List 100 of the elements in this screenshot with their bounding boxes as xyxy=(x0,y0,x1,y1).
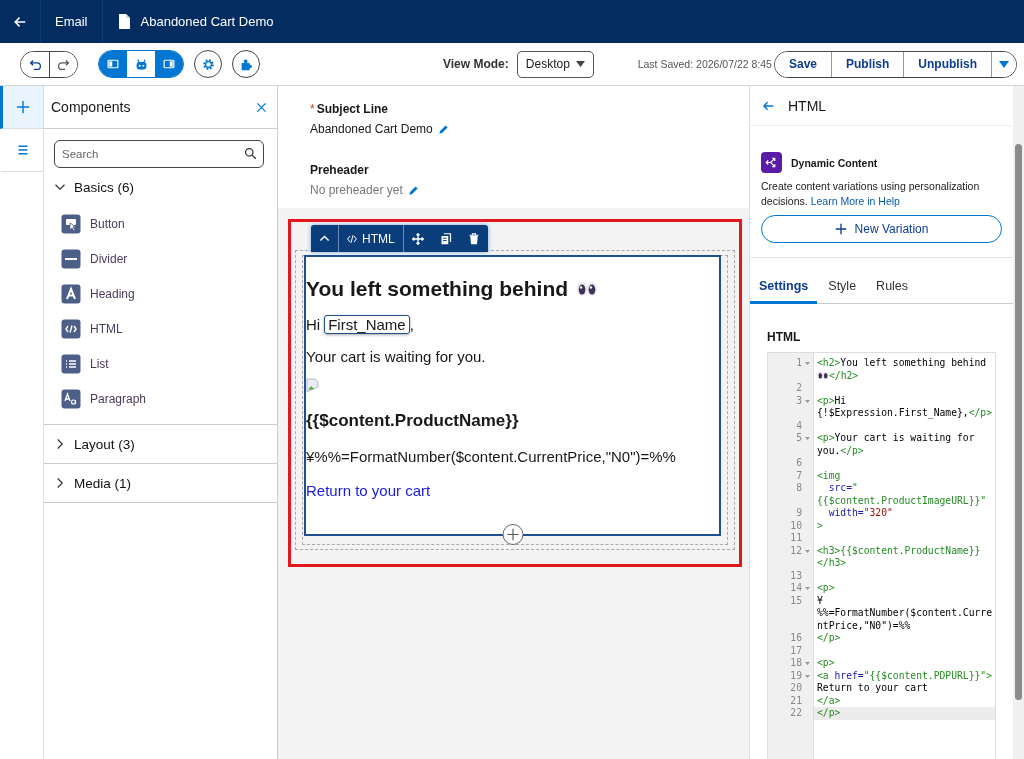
code-editor[interactable] xyxy=(767,352,996,759)
scrollbar-thumb[interactable] xyxy=(1015,144,1022,700)
line-number: 22 xyxy=(790,707,802,720)
close-icon xyxy=(256,101,267,113)
more-actions-button[interactable] xyxy=(991,51,1016,77)
tab[interactable]: Settings xyxy=(750,271,818,304)
greeting-text: Hi xyxy=(306,316,321,333)
group-header[interactable]: Basics (6) xyxy=(44,168,277,206)
plus-icon xyxy=(834,223,847,235)
plus-icon xyxy=(506,528,519,541)
body-text: Your cart is waiting for you. xyxy=(306,348,487,365)
copy-icon xyxy=(439,232,452,245)
email-heading: You left something behind xyxy=(306,277,569,301)
line-number: 19 xyxy=(790,669,802,682)
list-icon xyxy=(17,144,29,156)
component-item[interactable]: Heading xyxy=(61,276,277,311)
plus-icon xyxy=(16,100,30,114)
add-block-button[interactable] xyxy=(502,524,523,545)
view-mode-label: View Mode: xyxy=(443,57,509,71)
robot-icon xyxy=(134,57,148,71)
rail-tab[interactable] xyxy=(0,86,43,129)
section-title: Dynamic Content xyxy=(791,156,878,169)
redo-icon xyxy=(57,57,70,71)
panel-title: HTML xyxy=(788,97,827,114)
code-line: width="320" xyxy=(827,507,894,520)
caret-icon xyxy=(575,61,585,67)
panel-right-icon xyxy=(163,58,175,70)
redo-button[interactable] xyxy=(49,51,77,77)
code-line: </a> xyxy=(816,694,842,707)
code-line: <p> xyxy=(816,657,836,670)
broken-image-icon xyxy=(306,378,319,393)
line-number: 17 xyxy=(790,644,802,657)
line-number: 1 xyxy=(796,357,802,370)
line-number: 9 xyxy=(796,507,802,520)
help-link[interactable]: Learn More in Help xyxy=(810,195,900,207)
search-icon xyxy=(244,147,257,160)
code-icon xyxy=(61,318,81,339)
line-number: 13 xyxy=(790,569,802,582)
cursor-icon xyxy=(61,213,81,234)
new-variation-button[interactable]: New Variation xyxy=(761,215,1002,243)
last-saved-text: Last Saved: 2026/07/22 8:45 xyxy=(637,58,772,70)
subject-value: Abandoned Cart Demo xyxy=(310,122,433,136)
code-line: <p>Your cart is waiting for you.</p> xyxy=(816,432,976,457)
arrow-left-icon xyxy=(762,99,774,112)
breadcrumb-link[interactable]: Email xyxy=(41,0,103,43)
eyes-icon xyxy=(576,281,599,297)
field-label: Preheader xyxy=(310,163,369,177)
component-item[interactable]: HTML xyxy=(61,311,277,346)
line-number: 8 xyxy=(796,482,802,495)
line-number: 16 xyxy=(790,632,802,645)
line-number: 5 xyxy=(796,432,802,445)
trash-icon xyxy=(467,232,480,245)
tab[interactable]: Style xyxy=(819,271,866,304)
plugin-button[interactable] xyxy=(232,50,260,78)
code-line: src=" {{$content.ProductImageURL}}" xyxy=(816,482,988,507)
code-line: <p>Hi {!$Expression.First_Name},</p> xyxy=(816,394,993,420)
code-line: ¥ %%=FormatNumber($content.CurrentPrice,"N0")=%% xyxy=(816,594,993,632)
line-number: 4 xyxy=(796,419,802,432)
price-text: ¥%%=FormatNumber($content.CurrentPrice,"N0")=%% xyxy=(306,448,677,465)
line-number: 7 xyxy=(796,469,802,482)
code-line: <h3>{{$content.ProductName}} </h3> xyxy=(816,544,982,570)
line-number: 2 xyxy=(796,382,802,395)
component-item[interactable]: List xyxy=(61,346,277,381)
line-number: 15 xyxy=(790,594,802,607)
line-number: 18 xyxy=(790,657,802,670)
tab[interactable]: Rules xyxy=(867,271,918,304)
component-item[interactable]: Button xyxy=(61,206,277,241)
puzzle-icon xyxy=(239,57,253,71)
group-header[interactable]: Media (1) xyxy=(44,464,277,502)
group-header[interactable]: Layout (3) xyxy=(44,425,277,463)
search-field[interactable]: Search xyxy=(54,140,264,168)
code-line: <img xyxy=(816,469,842,482)
settings-button[interactable] xyxy=(194,50,222,78)
line-number: 20 xyxy=(790,682,802,695)
code-line: <a href="{{$content.PDPURL}}"> xyxy=(816,669,993,682)
cart-link[interactable]: Return to your cart xyxy=(306,482,431,499)
line-number: 10 xyxy=(790,519,802,532)
line-number: 3 xyxy=(796,394,802,407)
product-name: {{$content.ProductName}} xyxy=(306,411,520,431)
code-line: > xyxy=(816,519,824,532)
pencil-icon xyxy=(407,184,419,196)
line-number: 6 xyxy=(796,457,802,470)
letter-a-icon xyxy=(61,283,81,304)
component-item[interactable]: Paragraph xyxy=(61,381,277,416)
description-text: Create content variations using personalization decisions. Learn More in Help xyxy=(761,179,981,209)
line-number: 14 xyxy=(790,582,802,595)
block-type-button[interactable]: HTML xyxy=(339,225,404,252)
panel-toggle[interactable] xyxy=(155,51,183,77)
view-mode-dropdown[interactable]: Desktop xyxy=(516,50,594,78)
component-item[interactable]: Divider xyxy=(61,241,277,276)
panel-toggle[interactable] xyxy=(99,51,127,77)
back-button[interactable] xyxy=(762,99,774,112)
undo-icon xyxy=(28,57,42,71)
section-label: HTML xyxy=(767,330,802,344)
code-line: </p> xyxy=(816,632,842,645)
panel-title: Components xyxy=(51,99,131,115)
field-label: Subject Line xyxy=(316,102,388,116)
merge-field-chip[interactable]: First_Name xyxy=(324,315,410,334)
code-line: <p> xyxy=(816,582,836,595)
settings-icon xyxy=(201,57,215,71)
